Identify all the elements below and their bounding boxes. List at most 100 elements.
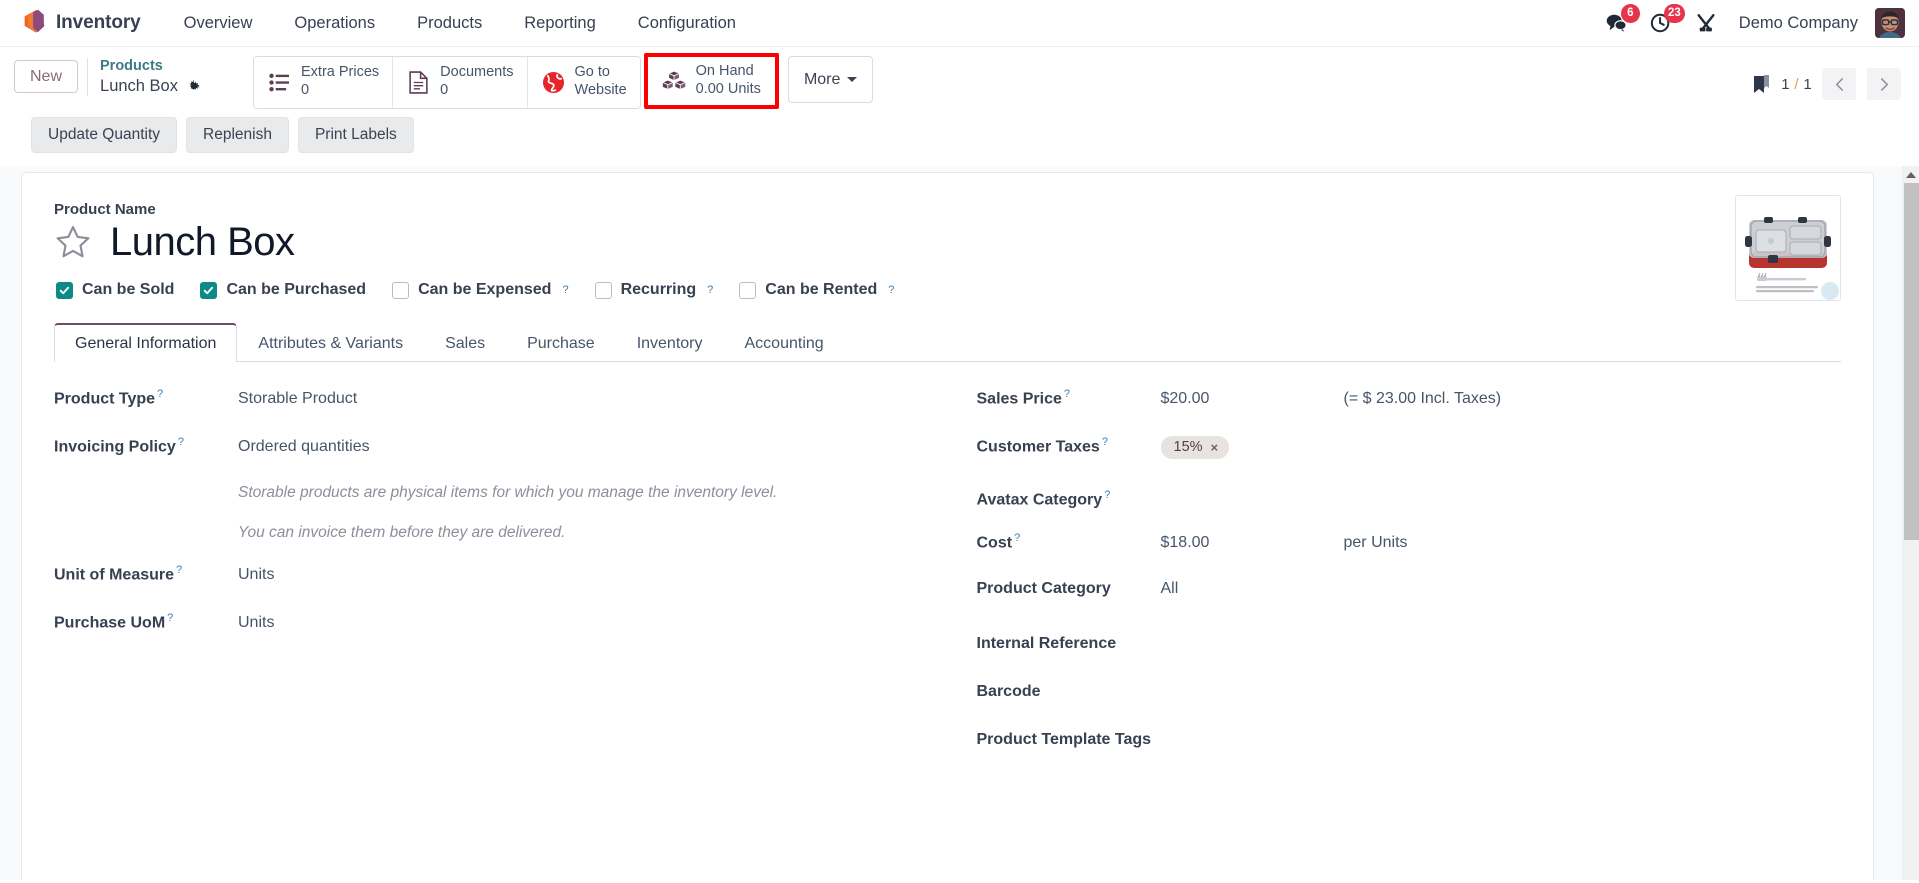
scrollbar-up-arrow[interactable] — [1903, 166, 1919, 183]
product-name-value[interactable]: Lunch Box — [110, 220, 295, 264]
field-barcode-value[interactable] — [1161, 676, 1842, 696]
product-photo-lunch-box[interactable] — [1735, 195, 1841, 301]
tools-wrench-icon[interactable] — [1692, 9, 1720, 37]
menu-item-products[interactable]: Products — [396, 8, 503, 39]
checkbox-can-be-purchased-box[interactable] — [200, 281, 218, 299]
field-product-template-tags-value[interactable] — [1161, 724, 1842, 744]
company-name[interactable]: Demo Company — [1739, 14, 1858, 33]
smart-button-go-to-website[interactable]: Go to Website — [527, 57, 640, 108]
smart-button-extra-prices[interactable]: Extra Prices 0 — [254, 57, 394, 108]
list-icon — [267, 70, 292, 95]
tab-inventory[interactable]: Inventory — [616, 323, 724, 362]
field-cost-value[interactable]: $18.00 — [1161, 534, 1344, 552]
help-icon-invoicing-policy[interactable]: ? — [178, 436, 184, 448]
help-icon-unit-of-measure[interactable]: ? — [176, 564, 182, 576]
smart-button-extra-prices-label: Extra Prices — [301, 64, 380, 81]
field-unit-of-measure-label-text: Unit of Measure — [54, 566, 175, 584]
clock-icon[interactable]: 23 — [1647, 4, 1685, 37]
user-avatar[interactable] — [1875, 8, 1905, 38]
tab-sales[interactable]: Sales — [424, 323, 506, 362]
checkbox-can-be-rented-box[interactable] — [739, 281, 757, 299]
smart-button-extra-prices-value: 0 — [301, 82, 310, 98]
pager-total: 1 — [1803, 75, 1812, 93]
help-icon-product-type[interactable]: ? — [157, 388, 163, 400]
help-icon-sales-price[interactable]: ? — [1064, 388, 1070, 400]
tax-tag-remove-icon[interactable]: × — [1211, 441, 1219, 454]
pager-counter[interactable]: 1 / 1 — [1781, 76, 1812, 93]
menu-item-configuration[interactable]: Configuration — [617, 8, 757, 39]
menu-item-reporting[interactable]: Reporting — [503, 8, 617, 39]
smart-button-go-to-website-label: Go to — [574, 64, 610, 81]
smart-button-documents[interactable]: Documents 0 — [393, 57, 528, 108]
field-avatax-category: Avatax Category? — [977, 480, 1842, 528]
field-cost-uom-suffix: per Units — [1343, 534, 1408, 552]
odoo-cube-logo[interactable] — [18, 7, 50, 39]
help-icon-recurring[interactable]: ? — [707, 284, 713, 296]
help-icon-avatax-category[interactable]: ? — [1104, 489, 1110, 501]
checkbox-recurring-label: Recurring — [620, 281, 697, 298]
tab-attributes-variants[interactable]: Attributes & Variants — [237, 323, 424, 362]
field-product-category: Product Category All — [977, 576, 1842, 624]
field-internal-reference-value[interactable] — [1161, 628, 1842, 648]
field-sales-price-value[interactable]: $20.00 — [1161, 390, 1344, 408]
sheet-scroll-container: Product Name Lunch Box Can be Sold Can b… — [0, 166, 1902, 880]
field-cost-values: $18.00 per Units — [1161, 534, 1842, 552]
breadcrumb-item-products[interactable]: Products — [100, 58, 201, 76]
help-icon-cost[interactable]: ? — [1014, 532, 1020, 544]
tax-tag[interactable]: 15% × — [1160, 436, 1230, 460]
tax-tag-label: 15% — [1173, 439, 1203, 456]
gear-icon[interactable] — [186, 79, 201, 94]
checkbox-can-be-sold[interactable]: Can be Sold — [56, 281, 174, 299]
menu-item-overview[interactable]: Overview — [163, 8, 274, 39]
chat-bubble-icon[interactable]: 6 — [1602, 4, 1640, 37]
bookmark-icon[interactable] — [1751, 73, 1771, 95]
field-invoicing-policy: Invoicing Policy? Ordered quantities — [54, 432, 919, 480]
help-icon-can-be-rented[interactable]: ? — [888, 284, 894, 296]
field-customer-taxes-label-text: Customer Taxes — [976, 438, 1100, 456]
checkbox-can-be-rented-label: Can be Rented — [765, 281, 878, 298]
more-button[interactable]: More — [787, 56, 874, 103]
tab-purchase[interactable]: Purchase — [506, 323, 616, 362]
field-product-type-value[interactable]: Storable Product — [238, 390, 919, 408]
activities-count-badge: 23 — [1663, 4, 1685, 23]
checkbox-can-be-rented[interactable]: Can be Rented ? — [739, 281, 894, 299]
help-icon-purchase-uom[interactable]: ? — [167, 612, 173, 624]
content-area: Product Name Lunch Box Can be Sold Can b… — [0, 166, 1919, 880]
smart-button-on-hand[interactable]: On Hand 0.00 Units — [647, 57, 775, 105]
new-button[interactable]: New — [14, 60, 79, 94]
checkbox-can-be-purchased[interactable]: Can be Purchased — [200, 281, 366, 299]
field-invoicing-policy-value[interactable]: Ordered quantities — [238, 438, 919, 456]
pager-previous-button[interactable] — [1822, 68, 1856, 100]
checkbox-recurring[interactable]: Recurring ? — [594, 281, 713, 299]
print-labels-button[interactable]: Print Labels — [297, 117, 414, 153]
chevron-left-icon — [1835, 77, 1843, 91]
vertical-scrollbar[interactable] — [1902, 166, 1919, 880]
update-quantity-button[interactable]: Update Quantity — [31, 117, 178, 153]
star-outline-icon[interactable] — [54, 223, 92, 261]
field-cost-label: Cost? — [977, 532, 1161, 552]
field-avatax-category-label-text: Avatax Category — [976, 491, 1103, 508]
pager-next-button[interactable] — [1867, 68, 1901, 100]
chevron-up-icon — [1906, 171, 1916, 178]
help-icon-customer-taxes[interactable]: ? — [1102, 436, 1108, 448]
pager: 1 / 1 — [1751, 68, 1905, 100]
field-product-category-value[interactable]: All — [1161, 580, 1842, 598]
field-unit-of-measure: Unit of Measure? Units — [54, 560, 919, 608]
checkbox-recurring-box[interactable] — [594, 281, 612, 299]
field-purchase-uom-value[interactable]: Units — [238, 614, 919, 632]
top-navbar: Inventory Overview Operations Products R… — [0, 0, 1919, 47]
checkbox-can-be-sold-box[interactable] — [56, 281, 73, 299]
field-customer-taxes-value[interactable]: 15% × — [1160, 436, 1842, 460]
form-right-column: Sales Price? $20.00 (= $ 23.00 Incl. Tax… — [977, 384, 1842, 768]
replenish-button[interactable]: Replenish — [186, 117, 289, 153]
checkbox-can-be-expensed[interactable]: Can be Expensed ? — [392, 281, 569, 299]
scrollbar-thumb[interactable] — [1904, 183, 1919, 540]
tab-accounting[interactable]: Accounting — [724, 323, 845, 362]
field-avatax-category-value[interactable] — [1161, 484, 1842, 504]
smart-button-box: Extra Prices 0 Documents 0 Go to Website… — [253, 53, 874, 109]
checkbox-can-be-expensed-box[interactable] — [392, 281, 410, 299]
help-icon-can-be-expensed[interactable]: ? — [562, 284, 568, 296]
tab-general-information[interactable]: General Information — [54, 323, 238, 362]
field-unit-of-measure-value[interactable]: Units — [238, 566, 919, 584]
menu-item-operations[interactable]: Operations — [273, 8, 396, 39]
